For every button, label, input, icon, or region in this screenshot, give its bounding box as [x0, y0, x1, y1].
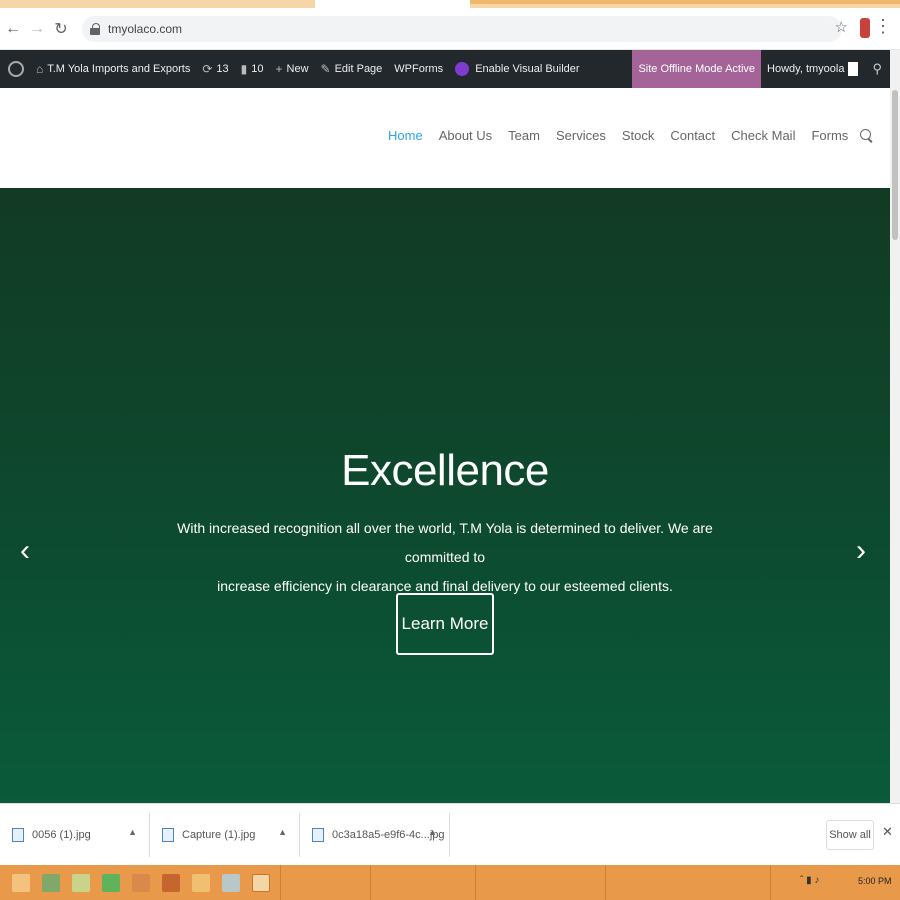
scrollbar-thumb[interactable]: [892, 90, 898, 240]
search-icon[interactable]: [860, 128, 874, 143]
taskbar-divider: [280, 865, 281, 900]
admin-updates[interactable]: ⟳ 13: [196, 50, 234, 88]
browser-tab-strip: [0, 0, 900, 8]
back-icon[interactable]: ←: [2, 18, 24, 40]
chevron-up-icon[interactable]: ▲: [278, 827, 287, 837]
offline-mode-badge[interactable]: Site Offline Mode Active: [632, 50, 762, 88]
home-icon: ⌂: [36, 62, 44, 76]
start-icon[interactable]: [12, 873, 30, 892]
download-item[interactable]: 0056 (1).jpg ▲: [0, 812, 150, 857]
browser-menu-icon[interactable]: ⋮: [874, 16, 892, 37]
plus-icon: +: [275, 62, 283, 76]
admin-comments[interactable]: ▮ 10: [235, 50, 270, 88]
taskbar-clock[interactable]: 5:00 PM: [858, 876, 892, 886]
nav-item-about-us[interactable]: About Us: [439, 128, 492, 143]
browser-toolbar: ← → ↻ tmyolaco.com ☆ ⋮: [0, 8, 900, 50]
divi-builder-icon: [455, 62, 470, 76]
image-file-icon: [12, 827, 24, 842]
nav-item-contact[interactable]: Contact: [670, 128, 715, 143]
taskbar-divider: [770, 865, 771, 900]
app-icon[interactable]: [222, 873, 240, 892]
app-icon[interactable]: [132, 873, 150, 892]
hero-description-line: With increased recognition all over the …: [177, 520, 713, 565]
active-tab[interactable]: [315, 0, 470, 8]
hero-title: Excellence: [341, 446, 549, 495]
windows-taskbar: ˆ ▮ ♪ 5:00 PM: [0, 865, 900, 900]
url-text[interactable]: tmyolaco.com: [108, 22, 182, 36]
nav-item-team[interactable]: Team: [508, 128, 540, 143]
wp-admin-bar: ⌂ T.M Yola Imports and Exports ⟳ 13 ▮ 10…: [0, 50, 890, 88]
nav-item-check-mail[interactable]: Check Mail: [731, 128, 795, 143]
page-scrollbar[interactable]: [890, 50, 900, 803]
edit-page-label: Edit Page: [334, 63, 383, 75]
nav-item-forms[interactable]: Forms: [811, 128, 848, 143]
wpforms-label: WPForms: [394, 63, 444, 75]
nav-item-home[interactable]: Home: [388, 128, 423, 143]
updates-count: 13: [216, 63, 229, 75]
admin-edit-page[interactable]: ✎ Edit Page: [315, 50, 389, 88]
taskbar-divider: [370, 865, 371, 900]
download-filename: Capture (1).jpg: [182, 828, 256, 841]
visual-builder-label: Enable Visual Builder: [475, 63, 580, 75]
app-icon[interactable]: [42, 873, 60, 892]
app-icon[interactable]: [192, 873, 210, 892]
taskbar-divider: [475, 865, 476, 900]
forward-icon[interactable]: →: [26, 18, 48, 40]
reload-icon[interactable]: ↻: [50, 18, 72, 40]
admin-new[interactable]: + New: [270, 50, 315, 88]
offline-mode-label: Site Offline Mode Active: [638, 63, 756, 75]
download-item[interactable]: Capture (1).jpg ▲: [150, 812, 300, 857]
system-tray-icons[interactable]: ˆ ▮ ♪: [800, 875, 819, 886]
admin-site-name[interactable]: ⌂ T.M Yola Imports and Exports: [30, 50, 196, 88]
learn-more-button[interactable]: Learn More: [396, 593, 494, 655]
slider-prev-arrow[interactable]: ‹: [20, 534, 30, 568]
chevron-up-icon[interactable]: ▲: [428, 827, 437, 837]
image-file-icon: [312, 827, 324, 842]
chevron-up-icon[interactable]: ▲: [128, 827, 137, 837]
download-item[interactable]: 0c3a18a5-e9f6-4c...jpg ▲: [300, 812, 450, 857]
nav-item-services[interactable]: Services: [556, 128, 606, 143]
admin-account[interactable]: Howdy, tmyoola: [761, 62, 864, 76]
bookmark-star-icon[interactable]: ☆: [835, 18, 848, 36]
chrome-app-icon[interactable]: [252, 873, 270, 892]
download-filename: 0056 (1).jpg: [32, 828, 91, 841]
app-icon[interactable]: [102, 873, 120, 892]
address-bar[interactable]: tmyolaco.com: [82, 15, 842, 42]
comment-icon: ▮: [240, 62, 248, 76]
comments-count: 10: [251, 63, 264, 75]
tab-strip-accent: [470, 0, 900, 4]
downloads-shelf: 0056 (1).jpg ▲ Capture (1).jpg ▲ 0c3a18a…: [0, 803, 900, 865]
nav-item-stock[interactable]: Stock: [622, 128, 655, 143]
image-file-icon: [162, 827, 174, 842]
hero-description: With increased recognition all over the …: [165, 514, 725, 601]
howdy-label: Howdy, tmyoola: [767, 63, 845, 75]
close-icon[interactable]: ✕: [882, 824, 893, 840]
lock-icon: [90, 22, 100, 35]
admin-search-icon[interactable]: ⚲: [864, 61, 890, 77]
app-icon[interactable]: [162, 873, 180, 892]
admin-wpforms[interactable]: WPForms: [388, 50, 449, 88]
site-header: Home About Us Team Services Stock Contact Chec…: [0, 88, 890, 188]
admin-visual-builder[interactable]: Enable Visual Builder: [449, 50, 585, 88]
hero-slider: ‹ Excellence With increased recognition …: [0, 188, 890, 803]
taskbar-divider: [605, 865, 606, 900]
app-icon[interactable]: [72, 873, 90, 892]
extension-icon[interactable]: [860, 18, 870, 38]
avatar: [848, 62, 859, 76]
new-label: New: [286, 63, 309, 75]
main-navigation: Home About Us Team Services Stock Contact Chec…: [388, 128, 874, 143]
wordpress-logo-icon: [8, 61, 24, 77]
updates-icon: ⟳: [202, 62, 213, 76]
slider-next-arrow[interactable]: ›: [856, 534, 866, 568]
site-name-label: T.M Yola Imports and Exports: [47, 63, 191, 75]
pencil-icon: ✎: [320, 62, 331, 76]
wp-logo-menu[interactable]: [0, 50, 30, 88]
show-all-button[interactable]: Show all: [826, 820, 874, 850]
